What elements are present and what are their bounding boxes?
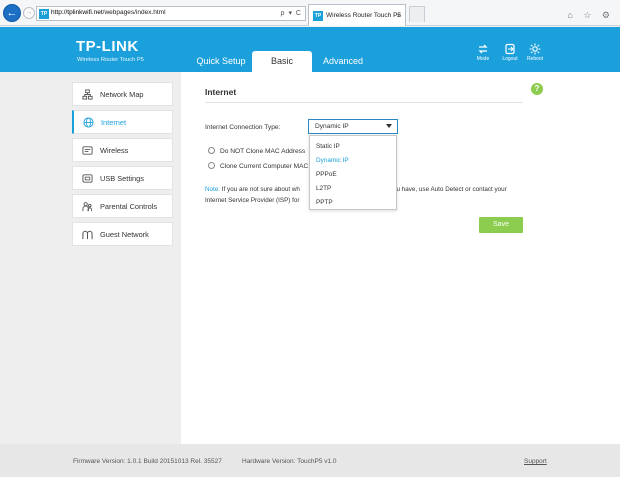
note-label: Note: [205, 186, 221, 193]
radio-button[interactable] [208, 162, 215, 169]
sidebar-item-label: Internet [101, 118, 127, 127]
sidebar-item-label: Wireless [100, 146, 129, 155]
logout-button[interactable]: Logout [497, 43, 523, 62]
tab-basic[interactable]: Basic [252, 51, 312, 72]
page-title: Internet [205, 87, 237, 97]
wireless-icon [82, 146, 93, 155]
help-icon[interactable]: ? [531, 83, 543, 95]
address-url[interactable]: http://tplinkwifi.net/webpages/index.htm… [51, 9, 166, 16]
back-arrow-icon[interactable]: ← [3, 4, 21, 22]
brand-subtitle: Wireless Router Touch P5 [77, 57, 144, 63]
tab-close-icon[interactable]: × [396, 11, 401, 20]
logout-label: Logout [502, 56, 518, 62]
support-link[interactable]: Support [524, 458, 547, 465]
sidebar-item-usb-settings[interactable]: USB Settings [72, 166, 173, 190]
tab-quick-setup[interactable]: Quick Setup [192, 51, 250, 72]
address-bar[interactable]: TP http://tplinkwifi.net/webpages/index.… [36, 6, 306, 21]
mode-button[interactable]: Mode [470, 43, 496, 62]
sidebar-item-label: Network Map [100, 90, 144, 99]
browser-tools-icons[interactable]: ⌂ ☆ ⚙ [567, 10, 614, 21]
radio-label: Clone Current Computer MAC [220, 163, 309, 170]
option-pppoe[interactable]: PPPoE [316, 171, 337, 178]
radio-clone-mac[interactable]: Clone Current Computer MAC [208, 162, 308, 170]
brand-logo: TP-LINK [76, 38, 139, 55]
hardware-version: Hardware Version: TouchP5 v1.0 [242, 458, 337, 465]
globe-icon [83, 117, 94, 128]
radio-button[interactable] [208, 147, 215, 154]
sidebar-item-wireless[interactable]: Wireless [72, 138, 173, 162]
footer: Firmware Version: 1.0.1 Build 20151013 R… [0, 444, 620, 477]
chevron-down-icon [386, 124, 392, 128]
option-pptp[interactable]: PPTP [316, 199, 333, 206]
mode-label: Mode [476, 56, 490, 62]
browser-toolbar: ← → TP http://tplinkwifi.net/webpages/in… [0, 0, 620, 26]
reboot-icon [529, 43, 541, 55]
main-content: Internet ? Internet Connection Type: Dyn… [181, 72, 620, 444]
reboot-button[interactable]: Reboot [522, 43, 548, 62]
sidebar-item-guest-network[interactable]: Guest Network [72, 222, 173, 246]
new-tab-button[interactable] [409, 6, 425, 22]
note-text-2: you have, use Auto Detect or contact you… [389, 186, 507, 193]
logout-icon [505, 43, 515, 55]
save-button[interactable]: Save [479, 217, 523, 233]
forward-arrow-icon[interactable]: → [23, 7, 35, 19]
connection-type-label: Internet Connection Type: [205, 124, 281, 131]
url-path: /webpages/index.html [102, 9, 166, 16]
sidebar-item-internet[interactable]: Internet [72, 110, 173, 134]
title-divider [205, 102, 523, 103]
browser-tab[interactable]: TP Wireless Router Touch P5 × [308, 4, 406, 26]
radio-label: Do NOT Clone MAC Address [220, 148, 306, 155]
option-l2tp[interactable]: L2TP [316, 185, 331, 192]
usb-icon [82, 174, 93, 183]
address-tools[interactable]: ρ ▾ C [281, 9, 302, 17]
reboot-label: Reboot [526, 56, 544, 62]
network-map-icon [82, 89, 93, 100]
note-text-1: If you are not sure about wh [220, 186, 300, 193]
site-favicon-icon: TP [39, 9, 49, 19]
connection-type-dropdown: Static IP Dynamic IP PPPoE L2TP PPTP [309, 135, 397, 210]
firmware-version: Firmware Version: 1.0.1 Build 20151013 R… [73, 458, 222, 465]
option-dynamic-ip[interactable]: Dynamic IP [316, 157, 349, 164]
sidebar-item-parental-controls[interactable]: Parental Controls [72, 194, 173, 218]
sidebar-item-network-map[interactable]: Network Map [72, 82, 173, 106]
parental-controls-icon [82, 202, 93, 212]
connection-type-select[interactable]: Dynamic IP [308, 119, 398, 134]
connection-type-value: Dynamic IP [315, 123, 349, 130]
tab-title: Wireless Router Touch P5 [326, 12, 402, 19]
note-text-3: Internet Service Provider (ISP) for [205, 197, 300, 204]
router-header: TP-LINK Wireless Router Touch P5 Quick S… [0, 27, 620, 72]
sidebar-item-label: USB Settings [100, 174, 144, 183]
tab-advanced[interactable]: Advanced [314, 51, 372, 72]
tab-favicon-icon: TP [313, 11, 323, 21]
radio-do-not-clone-mac[interactable]: Do NOT Clone MAC Address [208, 147, 305, 155]
option-static-ip[interactable]: Static IP [316, 143, 340, 150]
mode-icon [478, 44, 488, 54]
sidebar-item-label: Guest Network [100, 230, 149, 239]
sidebar-item-label: Parental Controls [100, 202, 158, 211]
url-host: http://tplinkwifi.net [51, 9, 103, 16]
guest-network-icon [82, 230, 93, 240]
